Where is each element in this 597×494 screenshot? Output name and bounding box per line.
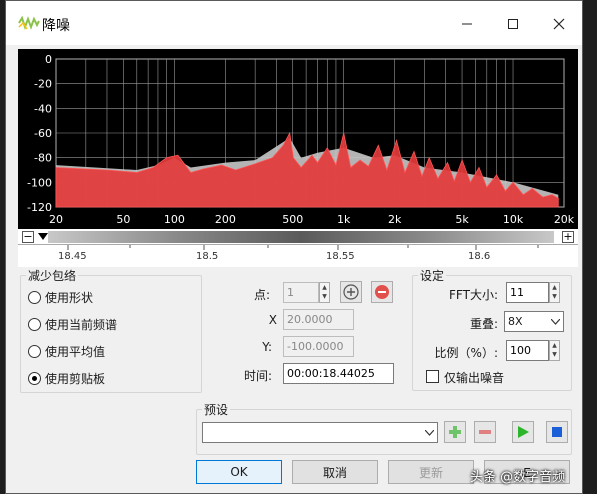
x-tick-label: 1k (337, 213, 351, 226)
time-ruler-ticks (67, 245, 539, 250)
y-tick-label: -100 (27, 176, 52, 189)
minimize-icon (462, 23, 472, 25)
x-tick-label: 200 (215, 213, 236, 226)
watermark-text: 头条 @数字音频 (470, 470, 566, 485)
maximize-icon (508, 19, 518, 29)
y-tick-label: -40 (34, 102, 52, 115)
plus-icon (449, 426, 461, 438)
y-label: Y: (262, 340, 272, 354)
spectrum-plot[interactable]: 0 -20 -40 -60 -80 -100 -120 20 50 100 200 500 1k 2k 5… (18, 49, 578, 229)
time-label: 时间: (243, 369, 272, 383)
y-tick-label: -80 (34, 152, 52, 165)
x-tick-label: 20 (49, 213, 63, 226)
radio-use-clipboard[interactable]: 使用剪贴板 (28, 370, 105, 387)
radio-circle[interactable] (28, 318, 41, 331)
noise-only-checkbox[interactable] (426, 370, 439, 383)
x-input[interactable] (283, 309, 354, 330)
x-tick-label: 20k (554, 213, 575, 226)
point-spinner[interactable]: ▲ ▼ (319, 282, 330, 303)
radio-label: 使用平均值 (45, 345, 106, 359)
time-tick-label: 18.6 (468, 251, 491, 262)
minus-icon (479, 430, 491, 434)
radio-use-average[interactable]: 使用平均值 (28, 343, 105, 360)
spectrum-graph[interactable]: 0-20-40-60-80-100-120 20 50 100 200 500 1k 2k 5… (18, 49, 578, 229)
settings-title: 设定 (418, 267, 447, 284)
x-tick-label: 100 (164, 213, 185, 226)
radio-use-shape[interactable]: 使用形状 (28, 289, 93, 306)
ratio-label: 比例（%）: (434, 346, 498, 360)
cancel-button[interactable]: 取消 (292, 460, 378, 484)
preset-select[interactable] (202, 422, 438, 443)
add-preset-button[interactable] (444, 421, 466, 443)
radio-circle[interactable] (28, 345, 41, 358)
x-tick-label: 10k (503, 213, 524, 226)
remove-point-button[interactable] (371, 281, 393, 303)
title-bar: 降噪 (6, 1, 582, 45)
close-button[interactable] (544, 9, 574, 39)
chevron-down-icon (425, 429, 434, 436)
noise-only-label: 仅输出噪音 (444, 371, 505, 385)
overlap-value: 8X (508, 315, 523, 328)
fft-size-input[interactable] (506, 282, 549, 303)
zoom-out-button[interactable]: − (22, 231, 34, 243)
stop-icon (552, 427, 562, 437)
y-tick-label: -20 (34, 78, 52, 91)
app-wave-icon (18, 15, 40, 30)
scroll-left-arrow-icon[interactable] (38, 233, 48, 241)
noise-reduction-dialog: 降噪 0 -20 -40 -60 -80 -100 -120 20 50 100 200 500 1k… (5, 0, 583, 494)
overlap-label: 重叠: (469, 317, 498, 331)
x-label: X (268, 313, 277, 327)
ratio-input[interactable] (506, 340, 549, 361)
ratio-spinner[interactable]: ▲ ▼ (549, 340, 560, 361)
window-title: 降噪 (42, 18, 70, 34)
minus-circle-icon (375, 285, 389, 299)
time-ruler: 18.45 18.5 18.55 18.6 (18, 245, 578, 267)
overlap-select[interactable]: 8X (504, 311, 564, 332)
time-tick-label: 18.55 (326, 251, 355, 262)
preview-stop-button[interactable] (546, 421, 568, 443)
point-input[interactable] (283, 282, 319, 303)
y-tick-label: -60 (34, 127, 52, 140)
radio-use-current-spectrum[interactable]: 使用当前频谱 (28, 316, 117, 333)
update-button[interactable]: 更新 (388, 460, 474, 484)
maximize-button[interactable] (498, 9, 528, 39)
time-tick-label: 18.5 (196, 251, 219, 262)
zoom-in-button[interactable]: + (562, 231, 574, 243)
reduce-envelope-title: 减少包络 (26, 267, 79, 284)
remove-preset-button[interactable] (474, 421, 496, 443)
zoom-scrollbar[interactable]: − + (18, 229, 578, 245)
radio-circle[interactable] (28, 291, 41, 304)
add-point-button[interactable] (340, 281, 362, 303)
fft-size-label: FFT大小: (449, 288, 498, 302)
radio-label: 使用当前频谱 (45, 318, 118, 332)
x-tick-label: 50 (116, 213, 130, 226)
x-tick-label: 2k (388, 213, 402, 226)
x-tick-label: 500 (282, 213, 303, 226)
minimize-button[interactable] (452, 9, 482, 39)
scroll-track[interactable] (48, 231, 554, 243)
fft-size-spinner[interactable]: ▲ ▼ (549, 282, 560, 303)
y-tick-label: 0 (45, 53, 52, 66)
time-input[interactable] (283, 363, 394, 384)
close-icon (553, 18, 565, 30)
preview-play-button[interactable] (512, 421, 534, 443)
y-input[interactable] (283, 336, 354, 357)
time-tick-label: 18.45 (58, 251, 87, 262)
x-tick-label: 5k (455, 213, 469, 226)
radio-label: 使用形状 (45, 291, 94, 305)
point-label: 点: (253, 288, 270, 302)
radio-circle[interactable] (28, 372, 41, 385)
play-icon (518, 426, 529, 438)
preset-title: 预设 (202, 401, 231, 418)
plus-circle-icon (343, 284, 359, 300)
ok-button[interactable]: OK (196, 460, 282, 484)
chevron-down-icon (551, 318, 560, 325)
radio-label: 使用剪贴板 (45, 372, 106, 386)
